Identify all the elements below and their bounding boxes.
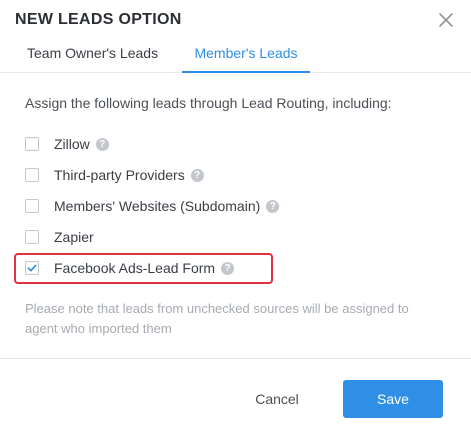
tab-team-owners-leads[interactable]: Team Owner's Leads	[25, 40, 160, 72]
option-zillow: Zillow ?	[25, 134, 109, 154]
question-icon[interactable]: ?	[95, 137, 109, 151]
members-websites-checkbox[interactable]	[25, 199, 39, 213]
question-icon[interactable]: ?	[266, 199, 280, 213]
tab-bar: Team Owner's Leads Member's Leads	[0, 40, 471, 73]
option-members-websites: Members' Websites (Subdomain) ?	[25, 196, 280, 216]
option-label: Zapier	[54, 229, 94, 245]
new-leads-option-dialog: NEW LEADS OPTION Team Owner's Leads Memb…	[0, 0, 471, 432]
dialog-title: NEW LEADS OPTION	[15, 11, 182, 28]
option-facebook-ads-lead-form: Facebook Ads-Lead Form ?	[25, 258, 235, 278]
option-third-party-providers: Third-party Providers ?	[25, 165, 204, 185]
option-label: Zillow	[54, 136, 90, 152]
footer-divider	[0, 358, 471, 359]
close-icon[interactable]	[437, 11, 455, 29]
option-label: Members' Websites (Subdomain)	[54, 198, 261, 214]
zillow-checkbox[interactable]	[25, 137, 39, 151]
note-text: Please note that leads from unchecked so…	[25, 301, 409, 336]
intro-text: Assign the following leads through Lead …	[25, 95, 392, 111]
option-label: Facebook Ads-Lead Form	[54, 260, 216, 276]
tab-members-leads[interactable]: Member's Leads	[182, 40, 310, 73]
question-icon[interactable]: ?	[221, 261, 235, 275]
option-label: Third-party Providers	[54, 167, 185, 183]
checkmark-icon	[27, 264, 37, 272]
question-icon[interactable]: ?	[190, 168, 204, 182]
cancel-button[interactable]: Cancel	[236, 380, 318, 418]
third-party-providers-checkbox[interactable]	[25, 168, 39, 182]
option-zapier: Zapier	[25, 227, 94, 247]
facebook-ads-lead-form-checkbox[interactable]	[25, 261, 39, 275]
save-button[interactable]: Save	[343, 380, 443, 418]
zapier-checkbox[interactable]	[25, 230, 39, 244]
